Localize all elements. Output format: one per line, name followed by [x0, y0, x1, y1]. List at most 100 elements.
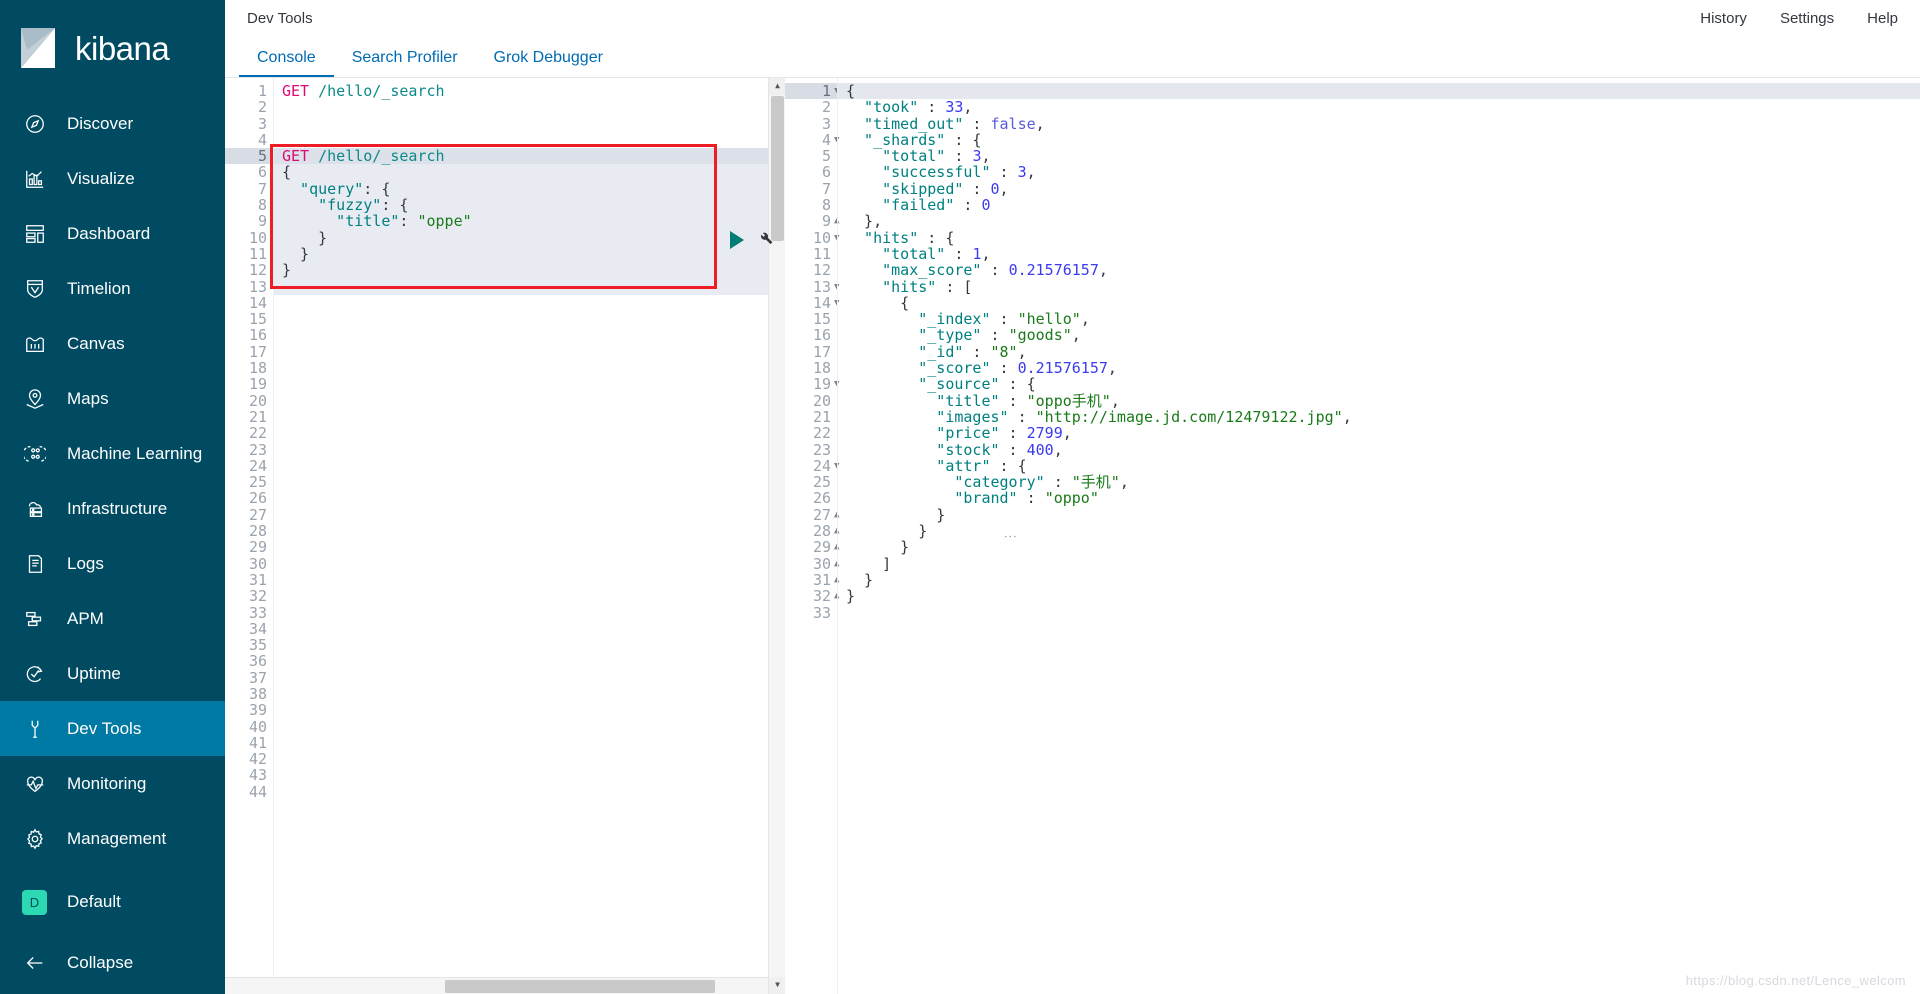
request-scrollbar[interactable]: ▲ ▼ — [768, 78, 785, 994]
code-line: "skipped" : 0, — [838, 181, 1920, 197]
sidebar-item-canvas[interactable]: Canvas — [0, 316, 225, 371]
token-punc: }, — [846, 212, 883, 231]
token-str: "手机" — [1071, 473, 1120, 492]
header-actions: History Settings Help — [1700, 10, 1898, 27]
monitoring-icon — [22, 771, 47, 796]
line-number: 27 — [248, 505, 267, 524]
line-number: 30 ▲ — [785, 555, 839, 572]
token-punc: , — [1017, 342, 1027, 361]
line-number: 12 — [812, 261, 831, 280]
sidebar-item-dev-tools[interactable]: Dev Tools — [0, 701, 225, 756]
code-line: "took" : 33, — [838, 99, 1920, 115]
line-number: 2 — [257, 98, 267, 117]
token-str: "oppe" — [417, 212, 472, 231]
response-output[interactable]: { "took" : 33, "timed_out" : false, "_sh… — [837, 78, 1920, 994]
line-number: 33 — [248, 603, 267, 622]
code-line: } — [274, 262, 785, 279]
line-number: 37 — [248, 668, 267, 687]
line-number: 28 ▲ — [785, 523, 839, 540]
settings-button[interactable]: Settings — [1780, 10, 1834, 27]
line-number: 34 — [248, 619, 267, 638]
sidebar-space-selector[interactable]: D Default — [0, 872, 225, 932]
code-line — [274, 278, 785, 295]
token-key: "_id" — [846, 342, 964, 361]
token-punc: , — [1110, 391, 1120, 410]
sidebar-item-dashboard[interactable]: Dashboard — [0, 206, 225, 261]
tab-console[interactable]: Console — [239, 50, 334, 77]
line-number: 24 — [248, 456, 267, 475]
scroll-thumb[interactable] — [771, 96, 784, 241]
token-key: "price" — [846, 424, 1000, 443]
request-h-scrollbar[interactable] — [225, 977, 768, 994]
sidebar-item-apm[interactable]: APM — [0, 591, 225, 646]
line-number: 28 — [248, 522, 267, 541]
console-body: 1 2 3 4 5 6 ▼ 7 ▼ 8 ▼ 9 10 ▲ 11 ▲ 12 ▲ 13 14 15 16 17 18 19 20 21 2… — [225, 78, 1920, 994]
line-number: 42 — [248, 750, 267, 769]
code-line: } — [838, 523, 1920, 539]
scroll-down-arrow[interactable]: ▼ — [769, 977, 785, 994]
token-punc: ] — [846, 554, 892, 573]
token-punc: : — [963, 114, 991, 133]
token-num: 3 — [1017, 163, 1027, 182]
line-number: 33 — [812, 603, 831, 622]
line-number: 1 ▼ — [785, 83, 839, 99]
code-line: GET /hello/_search — [274, 148, 785, 165]
line-number: 15 — [248, 310, 267, 329]
line-number: 35 — [248, 636, 267, 655]
request-gutter: 1 2 3 4 5 6 ▼ 7 ▼ 8 ▼ 9 10 ▲ 11 ▲ 12 ▲ 13 14 15 16 17 18 19 20 21 2… — [225, 78, 275, 994]
code-line: "price" : 2799, — [838, 425, 1920, 441]
line-number: 38 — [248, 684, 267, 703]
token-punc: : { — [918, 228, 955, 247]
line-number: 8 ▼ — [225, 197, 275, 214]
kibana-brand[interactable]: kibana — [0, 0, 225, 96]
primary-sidebar: kibana Discover Visualize Dashboard Time… — [0, 0, 225, 994]
line-number: 18 — [812, 359, 831, 378]
scroll-up-arrow[interactable]: ▲ — [769, 78, 785, 95]
token-key: "stock" — [846, 440, 1000, 459]
wrench-menu-button[interactable] — [756, 231, 774, 249]
help-button[interactable]: Help — [1867, 10, 1898, 27]
sidebar-item-management[interactable]: Management — [0, 811, 225, 866]
token-key: "_source" — [846, 375, 1000, 394]
token-url: /hello/_search — [318, 82, 445, 100]
request-editor-pane[interactable]: 1 2 3 4 5 6 ▼ 7 ▼ 8 ▼ 9 10 ▲ 11 ▲ 12 ▲ 13 14 15 16 17 18 19 20 21 2… — [225, 78, 785, 994]
response-gutter: 1 ▼ 2 3 4 ▼ 5 6 7 8 9 ▲ 10 ▼ 11 12 13 ▼ 14 ▼ 15 16 17 18 19 ▼ 20 21… — [785, 78, 839, 994]
sidebar-item-uptime[interactable]: Uptime — [0, 646, 225, 701]
request-editor[interactable]: GET /hello/_search GET /hello/_search{ "… — [273, 78, 785, 994]
line-number: 44 — [248, 782, 267, 801]
tab-grok-debugger[interactable]: Grok Debugger — [476, 50, 621, 77]
token-key: "brand" — [846, 489, 1018, 508]
sidebar-item-infrastructure[interactable]: Infrastructure — [0, 481, 225, 536]
history-button[interactable]: History — [1700, 10, 1747, 27]
canvas-icon — [22, 331, 47, 356]
sidebar-item-discover[interactable]: Discover — [0, 96, 225, 151]
token-punc: } — [846, 587, 856, 606]
line-number: 40 — [248, 717, 267, 736]
request-actions — [730, 231, 774, 249]
tab-search-profiler[interactable]: Search Profiler — [334, 50, 476, 77]
run-query-button[interactable] — [730, 231, 744, 249]
sidebar-item-logs[interactable]: Logs — [0, 536, 225, 591]
token-str: "oppo手机" — [1026, 391, 1111, 410]
response-pane[interactable]: 1 ▼ 2 3 4 ▼ 5 6 7 8 9 ▲ 10 ▼ 11 12 13 ▼ 14 ▼ 15 16 17 18 19 ▼ 20 21… — [785, 78, 1920, 994]
line-number: 23 — [248, 440, 267, 459]
token-num: 2799 — [1026, 424, 1063, 443]
code-line: "_source" : { — [838, 376, 1920, 392]
sidebar-item-timelion[interactable]: Timelion — [0, 261, 225, 316]
sidebar-item-maps[interactable]: Maps — [0, 371, 225, 426]
sidebar-item-visualize[interactable]: Visualize — [0, 151, 225, 206]
sidebar-collapse-button[interactable]: Collapse — [0, 932, 225, 994]
sidebar-item-monitoring[interactable]: Monitoring — [0, 756, 225, 811]
pane-splitter[interactable]: ⋮ — [1003, 78, 1018, 994]
sidebar-item-machine-learning[interactable]: Machine Learning — [0, 426, 225, 481]
token-key: "max_score" — [846, 261, 982, 280]
h-scroll-thumb[interactable] — [445, 980, 715, 993]
